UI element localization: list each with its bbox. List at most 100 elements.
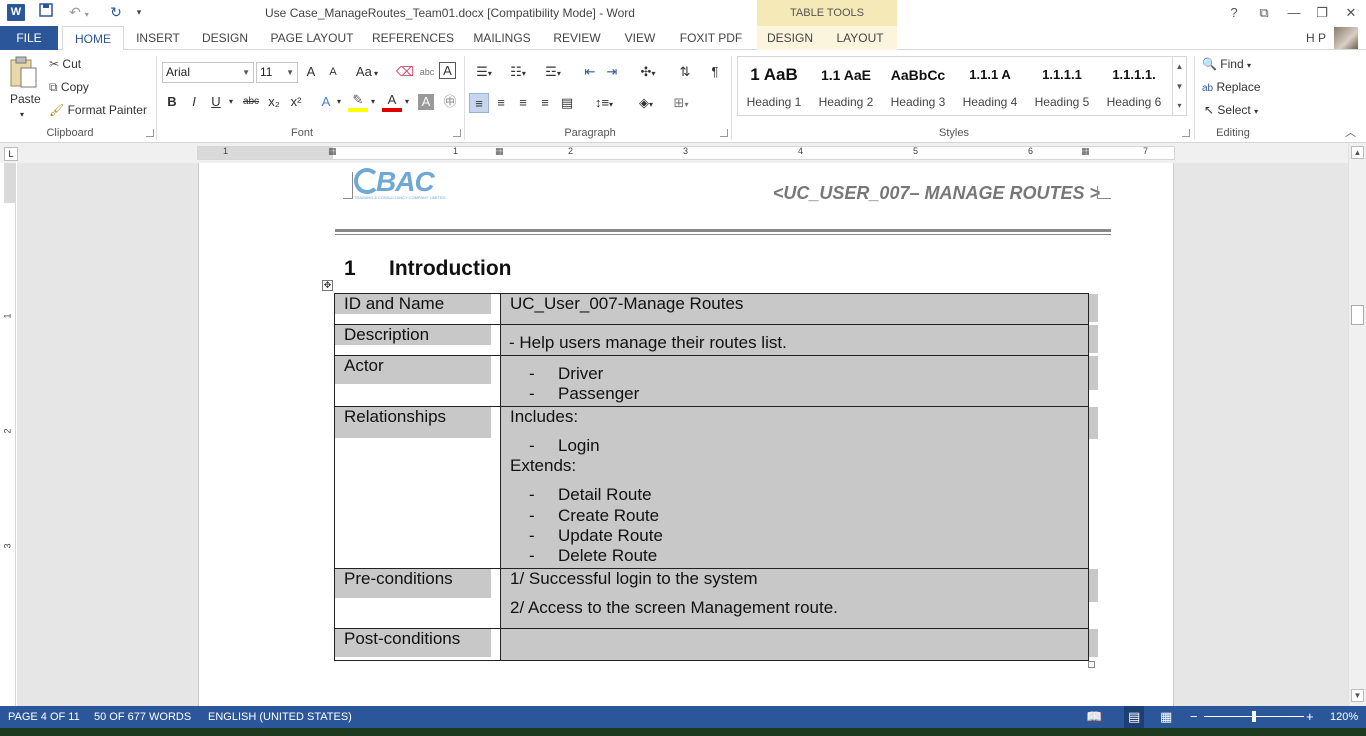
styles-launcher-icon[interactable] [1182, 129, 1190, 137]
bullets-icon[interactable]: ☰▾ [471, 62, 497, 82]
style-heading-4[interactable]: 1.1.1 A Heading 4 [954, 57, 1026, 115]
column-marker-icon[interactable]: ▦ [328, 146, 337, 157]
tab-references[interactable]: REFERENCES [372, 26, 454, 50]
scrollbar-thumb[interactable] [1351, 305, 1364, 325]
scroll-down-icon[interactable]: ▼ [1351, 689, 1364, 702]
cut-button[interactable]: ✂ Cut [49, 55, 81, 73]
phonetic-guide-icon[interactable]: abc [417, 62, 437, 82]
page-count[interactable]: PAGE 4 OF 11 [8, 706, 80, 728]
word-count[interactable]: 50 OF 677 WORDS [94, 706, 191, 728]
vertical-ruler[interactable]: 1 2 3 [3, 163, 16, 706]
tab-review[interactable]: REVIEW [550, 26, 604, 50]
align-left-button[interactable]: ≡ [469, 93, 489, 113]
print-layout-icon[interactable]: ▤ [1124, 706, 1145, 728]
increase-indent-icon[interactable]: ⇥ [602, 62, 622, 82]
tab-file[interactable]: FILE [0, 26, 58, 50]
table-cell[interactable]: UC_User_007-Manage Routes [500, 293, 1089, 325]
font-color-icon[interactable]: A [382, 92, 402, 112]
style-heading-3[interactable]: AaBbCc Heading 3 [882, 57, 954, 115]
table-row[interactable]: ID and Name UC_User_007-Manage Routes [334, 293, 1089, 325]
subscript-button[interactable]: x₂ [264, 92, 284, 112]
align-center-button[interactable]: ≡ [491, 93, 511, 113]
zoom-level[interactable]: 120% [1330, 706, 1358, 728]
close-icon[interactable]: ✕ [1336, 3, 1366, 23]
style-heading-6[interactable]: 1.1.1.1. Heading 6 [1098, 57, 1170, 115]
shrink-font-icon[interactable]: A [323, 62, 343, 82]
multilevel-list-icon[interactable]: ☲▾ [539, 62, 567, 82]
table-cell[interactable] [500, 628, 1089, 661]
restore-icon[interactable]: ❐ [1307, 3, 1337, 23]
find-button[interactable]: 🔍 Find ▾ [1202, 55, 1251, 75]
table-row[interactable]: Description - Help users manage their ro… [334, 324, 1089, 356]
read-mode-icon[interactable]: 📖 [1086, 706, 1102, 728]
styles-scroll-down-icon[interactable]: ▼ [1172, 77, 1186, 96]
highlight-dropdown-icon[interactable]: ▾ [368, 92, 378, 112]
table-cell[interactable]: Actor [334, 355, 501, 407]
highlight-icon[interactable]: ✎ [348, 92, 368, 112]
style-heading-1[interactable]: 1 AaB Heading 1 [738, 57, 810, 115]
text-effects-dropdown-icon[interactable]: ▾ [334, 92, 344, 112]
use-case-table[interactable]: ID and Name UC_User_007-Manage Routes De… [334, 293, 1089, 661]
decrease-indent-icon[interactable]: ⇤ [580, 62, 600, 82]
style-heading-5[interactable]: 1.1.1.1 Heading 5 [1026, 57, 1098, 115]
select-button[interactable]: ↖ Select ▾ [1204, 101, 1258, 121]
styles-scroll-up-icon[interactable]: ▲ [1172, 57, 1186, 77]
table-cell[interactable]: Pre-conditions [334, 568, 501, 629]
borders-icon[interactable]: ⊞▾ [666, 93, 696, 113]
bold-button[interactable]: B [162, 92, 182, 112]
shading-icon[interactable]: ◈▾ [632, 93, 660, 113]
style-heading-2[interactable]: 1.1 AaE Heading 2 [810, 57, 882, 115]
tab-view[interactable]: VIEW [618, 26, 662, 50]
table-move-handle-icon[interactable]: ✥ [322, 280, 333, 291]
user-name[interactable]: H P [1306, 26, 1326, 50]
enclose-characters-icon[interactable]: ㊥ [440, 92, 460, 112]
styles-more-icon[interactable]: ▾ [1172, 96, 1186, 115]
table-cell[interactable]: 1/ Successful login to the system 2/ Acc… [500, 568, 1089, 629]
replace-button[interactable]: ab Replace [1202, 78, 1261, 98]
section-heading[interactable]: 1 Introduction [344, 257, 511, 281]
ribbon-display-icon[interactable]: ⧉ [1249, 3, 1279, 23]
change-case-button[interactable]: Aa ▾ [352, 62, 382, 82]
help-icon[interactable]: ? [1219, 3, 1249, 23]
show-formatting-icon[interactable]: ¶ [705, 62, 725, 82]
web-layout-icon[interactable]: ▦ [1160, 706, 1172, 728]
paste-button[interactable]: Paste [10, 90, 41, 108]
table-cell[interactable]: - Driver - Passenger [500, 355, 1089, 407]
table-row[interactable]: Actor - Driver - Passenger [334, 355, 1089, 407]
format-painter-button[interactable]: 🖌 Format Painter [49, 101, 147, 119]
asian-layout-icon[interactable]: ✣▾ [634, 62, 662, 82]
underline-dropdown-icon[interactable]: ▾ [226, 92, 236, 112]
collapse-ribbon-icon[interactable]: ︿ [1345, 124, 1356, 142]
font-size-select[interactable]: 11 ▼ [256, 62, 298, 83]
character-shading-icon[interactable]: A [418, 94, 434, 110]
paragraph-launcher-icon[interactable] [720, 129, 728, 137]
clear-formatting-icon[interactable]: ⌫ [395, 62, 415, 82]
table-row[interactable]: Post-conditions [334, 628, 1089, 661]
justify-button[interactable]: ≡ [535, 93, 555, 113]
table-cell[interactable]: Post-conditions [334, 628, 501, 661]
text-effects-icon[interactable]: A [316, 92, 336, 112]
clipboard-launcher-icon[interactable] [146, 129, 154, 137]
table-row[interactable]: Relationships Includes: - Login Extends: … [334, 406, 1089, 569]
copy-button[interactable]: ⧉ Copy [49, 78, 89, 96]
zoom-in-button[interactable]: + [1306, 706, 1314, 728]
table-cell[interactable]: - Help users manage their routes list. [500, 324, 1089, 356]
zoom-slider-thumb[interactable] [1252, 711, 1256, 722]
tab-home[interactable]: HOME [62, 26, 124, 51]
tab-table-design[interactable]: DESIGN [757, 26, 823, 50]
minimize-icon[interactable]: — [1279, 3, 1309, 23]
font-launcher-icon[interactable] [453, 129, 461, 137]
table-cell[interactable]: Description [334, 324, 501, 356]
grow-font-icon[interactable]: A [301, 62, 321, 82]
table-row[interactable]: Pre-conditions 1/ Successful login to th… [334, 568, 1089, 629]
tab-foxit-pdf[interactable]: FOXIT PDF [676, 26, 746, 50]
avatar[interactable] [1334, 27, 1358, 49]
align-right-button[interactable]: ≡ [513, 93, 533, 113]
table-cell[interactable]: ID and Name [334, 293, 501, 325]
line-spacing-icon[interactable]: ↕≡▾ [590, 93, 618, 113]
tab-insert[interactable]: INSERT [132, 26, 184, 50]
zoom-out-button[interactable]: − [1190, 706, 1198, 728]
table-cell[interactable]: Includes: - Login Extends: - Detail Route … [500, 406, 1089, 569]
language-status[interactable]: ENGLISH (UNITED STATES) [208, 706, 352, 728]
tab-selector-icon[interactable]: L [4, 147, 18, 161]
